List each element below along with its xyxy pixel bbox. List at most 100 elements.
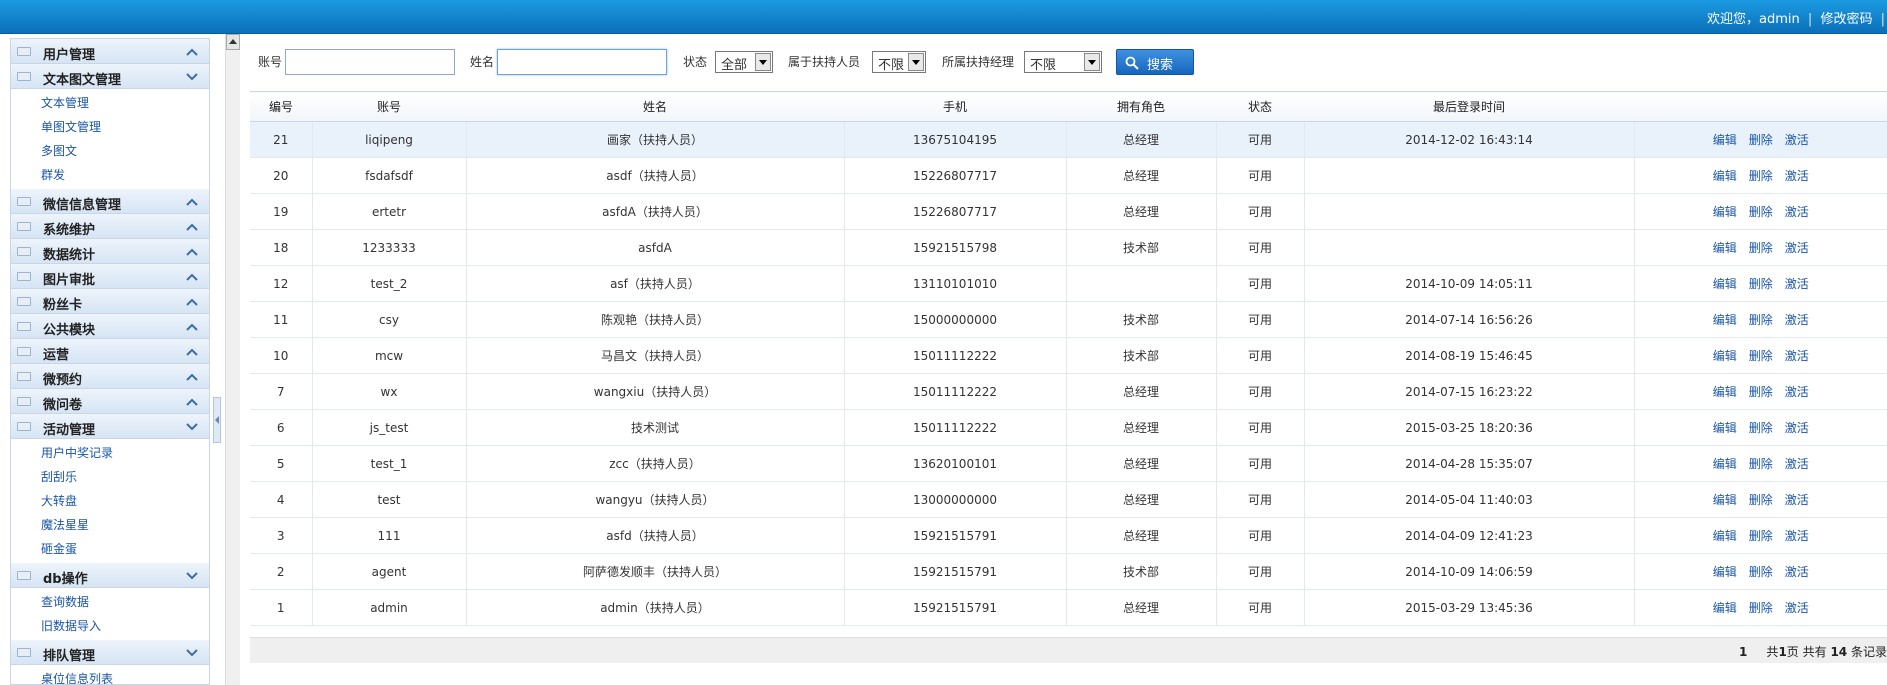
edit-link[interactable]: 编辑: [1713, 529, 1737, 543]
menu-group[interactable]: 微信信息管理: [11, 189, 209, 214]
chevron-up-icon[interactable]: [185, 295, 199, 309]
name-input[interactable]: [497, 49, 667, 75]
sidebar-menu-item[interactable]: 桌位信息列表: [11, 667, 209, 684]
menu-group[interactable]: 图片审批: [11, 264, 209, 289]
table-row[interactable]: 20 fsdafsdf asdf（扶持人员） 15226807717 总经理 可用 编辑 删除…: [250, 157, 1887, 194]
menu-group[interactable]: 粉丝卡: [11, 289, 209, 314]
chevron-up-icon[interactable]: [185, 45, 199, 59]
menu-group[interactable]: 数据统计: [11, 239, 209, 264]
delete-link[interactable]: 删除: [1749, 385, 1773, 399]
sidebar-menu-item[interactable]: 用户中奖记录: [11, 441, 209, 465]
table-row[interactable]: 7 wx wangxiu（扶持人员） 15011112222 总经理 可用 2014-07-…: [250, 373, 1887, 410]
activate-link[interactable]: 激活: [1785, 349, 1809, 363]
menu-group[interactable]: 活动管理: [11, 414, 209, 439]
chevron-down-icon[interactable]: [185, 646, 199, 660]
delete-link[interactable]: 删除: [1749, 601, 1773, 615]
chevron-down-icon[interactable]: [185, 569, 199, 583]
menu-group[interactable]: 运营: [11, 339, 209, 364]
account-input[interactable]: [285, 49, 455, 75]
sidebar-menu-item[interactable]: 砸金蛋: [11, 537, 209, 561]
activate-link[interactable]: 激活: [1785, 313, 1809, 327]
activate-link[interactable]: 激活: [1785, 457, 1809, 471]
menu-group[interactable]: db操作: [11, 563, 209, 588]
change-password-link[interactable]: 修改密码: [1820, 12, 1872, 27]
belongs-select[interactable]: 不限: [872, 51, 926, 73]
delete-link[interactable]: 删除: [1749, 313, 1773, 327]
delete-link[interactable]: 删除: [1749, 349, 1773, 363]
table-row[interactable]: 5 test_1 zcc（扶持人员） 13620100101 总经理 可用 2014-04-…: [250, 445, 1887, 482]
sidebar-menu-item[interactable]: 魔法星星: [11, 513, 209, 537]
delete-link[interactable]: 删除: [1749, 241, 1773, 255]
sidebar-menu-item[interactable]: 刮刮乐: [11, 465, 209, 489]
table-row[interactable]: 3 111 asfd（扶持人员） 15921515791 总经理 可用 2014-04-09…: [250, 517, 1887, 554]
sidebar-menu-item[interactable]: 大转盘: [11, 489, 209, 513]
edit-link[interactable]: 编辑: [1713, 421, 1737, 435]
manager-select[interactable]: 不限: [1024, 51, 1102, 73]
table-row[interactable]: 4 test wangyu（扶持人员） 13000000000 总经理 可用 2014-05…: [250, 481, 1887, 518]
activate-link[interactable]: 激活: [1785, 421, 1809, 435]
edit-link[interactable]: 编辑: [1713, 493, 1737, 507]
belongs-select-arrow[interactable]: [908, 53, 924, 71]
activate-link[interactable]: 激活: [1785, 133, 1809, 147]
chevron-up-icon[interactable]: [185, 395, 199, 409]
edit-link[interactable]: 编辑: [1713, 601, 1737, 615]
delete-link[interactable]: 删除: [1749, 457, 1773, 471]
edit-link[interactable]: 编辑: [1713, 385, 1737, 399]
chevron-up-icon[interactable]: [185, 270, 199, 284]
delete-link[interactable]: 删除: [1749, 169, 1773, 183]
menu-group[interactable]: 系统维护: [11, 214, 209, 239]
menu-group[interactable]: 公共模块: [11, 314, 209, 339]
manager-select-arrow[interactable]: [1084, 53, 1100, 71]
status-select[interactable]: 全部: [715, 51, 773, 73]
edit-link[interactable]: 编辑: [1713, 457, 1737, 471]
search-button[interactable]: 搜索: [1116, 49, 1194, 75]
chevron-up-icon[interactable]: [185, 245, 199, 259]
delete-link[interactable]: 删除: [1749, 565, 1773, 579]
status-select-arrow[interactable]: [755, 53, 771, 71]
delete-link[interactable]: 删除: [1749, 133, 1773, 147]
activate-link[interactable]: 激活: [1785, 169, 1809, 183]
menu-group[interactable]: 文本图文管理: [11, 64, 209, 89]
menu-group[interactable]: 排队管理: [11, 640, 209, 665]
sidebar-menu-item[interactable]: 文本管理: [11, 91, 209, 115]
edit-link[interactable]: 编辑: [1713, 241, 1737, 255]
table-row[interactable]: 21 liqipeng 画家（扶持人员） 13675104195 总经理 可用 2014-1…: [250, 121, 1887, 158]
menu-group[interactable]: 微预约: [11, 364, 209, 389]
activate-link[interactable]: 激活: [1785, 565, 1809, 579]
activate-link[interactable]: 激活: [1785, 493, 1809, 507]
delete-link[interactable]: 删除: [1749, 529, 1773, 543]
chevron-up-icon[interactable]: [185, 320, 199, 334]
sidebar-menu-item[interactable]: 单图文管理: [11, 115, 209, 139]
pager-current-page[interactable]: 1: [1739, 645, 1747, 659]
table-row[interactable]: 11 csy 陈观艳（扶持人员） 15000000000 技术部 可用 2014-07-14…: [250, 301, 1887, 338]
sidebar-menu-item[interactable]: 群发: [11, 163, 209, 187]
chevron-up-icon[interactable]: [185, 370, 199, 384]
table-row[interactable]: 12 test_2 asf（扶持人员） 13110101010 可用 2014-10-09…: [250, 265, 1887, 302]
table-row[interactable]: 10 mcw 马昌文（扶持人员） 15011112222 技术部 可用 2014-08-19…: [250, 337, 1887, 374]
sidebar-menu-item[interactable]: 多图文: [11, 139, 209, 163]
edit-link[interactable]: 编辑: [1713, 133, 1737, 147]
chevron-up-icon[interactable]: [185, 345, 199, 359]
edit-link[interactable]: 编辑: [1713, 277, 1737, 291]
delete-link[interactable]: 删除: [1749, 493, 1773, 507]
menu-group[interactable]: 微问卷: [11, 389, 209, 414]
activate-link[interactable]: 激活: [1785, 241, 1809, 255]
activate-link[interactable]: 激活: [1785, 601, 1809, 615]
activate-link[interactable]: 激活: [1785, 529, 1809, 543]
delete-link[interactable]: 删除: [1749, 421, 1773, 435]
edit-link[interactable]: 编辑: [1713, 349, 1737, 363]
menu-group[interactable]: 用户管理: [11, 39, 209, 64]
table-row[interactable]: 1 admin admin（扶持人员） 15921515791 总经理 可用 2015-03…: [250, 589, 1887, 626]
sidebar-collapse-handle[interactable]: [213, 397, 221, 443]
sidebar-menu-item[interactable]: 旧数据导入: [11, 614, 209, 638]
chevron-down-icon[interactable]: [185, 70, 199, 84]
scroll-up-button[interactable]: [226, 34, 240, 50]
table-row[interactable]: 18 1233333 asfdA 15921515798 技术部 可用 编辑 删除 激活: [250, 229, 1887, 266]
delete-link[interactable]: 删除: [1749, 277, 1773, 291]
table-row[interactable]: 19 ertetr asfdA（扶持人员） 15226807717 总经理 可用 编辑 删除激…: [250, 193, 1887, 230]
vertical-scrollbar[interactable]: [225, 34, 240, 685]
edit-link[interactable]: 编辑: [1713, 565, 1737, 579]
edit-link[interactable]: 编辑: [1713, 205, 1737, 219]
edit-link[interactable]: 编辑: [1713, 313, 1737, 327]
table-row[interactable]: 6 js_test 技术测试 15011112222 总经理 可用 2015-03-25 1…: [250, 409, 1887, 446]
